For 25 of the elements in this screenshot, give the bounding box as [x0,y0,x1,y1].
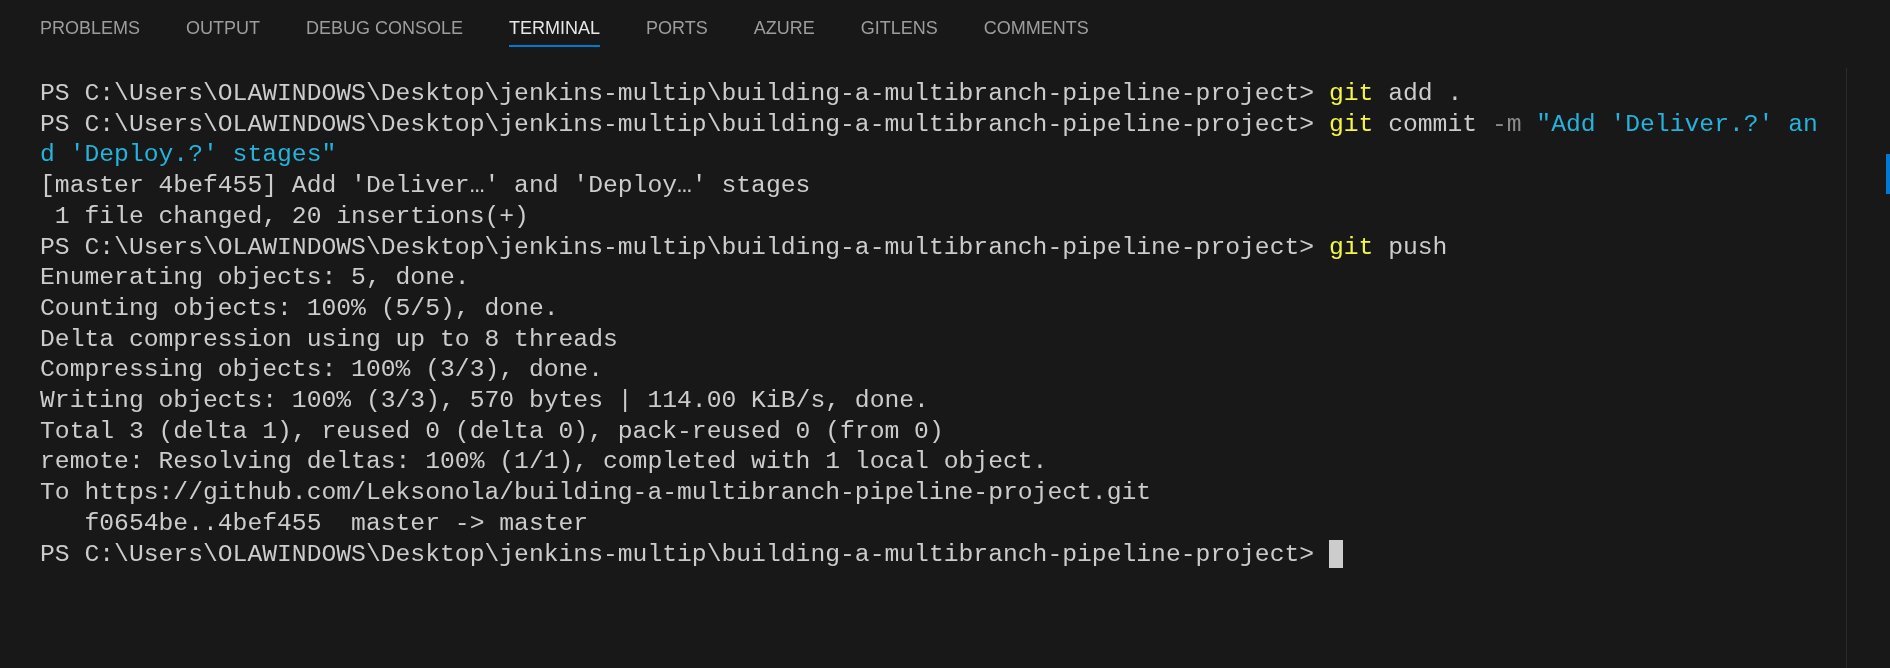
panel-tab[interactable]: PROBLEMS [40,11,141,47]
terminal-line: Writing objects: 100% (3/3), 570 bytes | 114.00 KiB/s, done. [40,385,929,416]
terminal-line: To https://github.com/Leksonola/building-a-multibranch-pipeline-project.git [40,477,1152,508]
cursor-block [1328,540,1343,568]
terminal-line: Compressing objects: 100% (3/3), done. [40,354,603,386]
terminal-line: Total 3 (delta 1), reused 0 (delta 0), pack-reused 0 (from 0) [40,415,944,447]
terminal-line: PS C:\Users\OLAWINDOWS\Desktop\jenkins-multip\building-a-multibranch-pipeline-project> git commit -m "Add 'Deliver.?' an [40,108,1818,140]
terminal-line: f0654be..4bef455 master -> master [83,507,589,539]
terminal-line: d 'Deploy.?' stages" [40,139,337,171]
terminal-line: PS C:\Users\OLAWINDOWS\Desktop\jenkins-multip\building-a-multibranch-pipeline-project> git add . [40,78,1463,109]
terminal-line: PS C:\Users\OLAWINDOWS\Desktop\jenkins-multip\building-a-multibranch-pipeline-project> [40,538,1343,570]
panel-tab[interactable]: DEBUG CONSOLE [306,11,464,47]
panel-tab[interactable]: OUTPUT [186,11,261,47]
panel-tab[interactable]: COMMENTS [983,11,1089,47]
panel-tab[interactable]: TERMINAL [509,11,601,47]
terminal-line: 1 file changed, 20 insertions(+) [53,200,529,232]
terminal-line: Counting objects: 100% (5/5), done. [40,292,559,324]
terminal-line: Delta compression using up to 8 threads [40,323,618,355]
panel-tab[interactable]: GITLENS [860,11,938,47]
panel-tab[interactable]: AZURE [753,11,815,47]
panel-tab[interactable]: PORTS [646,11,708,47]
terminal-line: PS C:\Users\OLAWINDOWS\Desktop\jenkins-multip\building-a-multibranch-pipeline-project> git push [40,231,1448,263]
terminal-line: [master 4bef455] Add 'Deliver…' and 'Deploy…' stages [40,170,811,201]
terminal-line: Enumerating objects: 5, done. [40,262,470,293]
terminal-line: remote: Resolving deltas: 100% (1/1), completed with 1 local object. [40,446,1048,478]
